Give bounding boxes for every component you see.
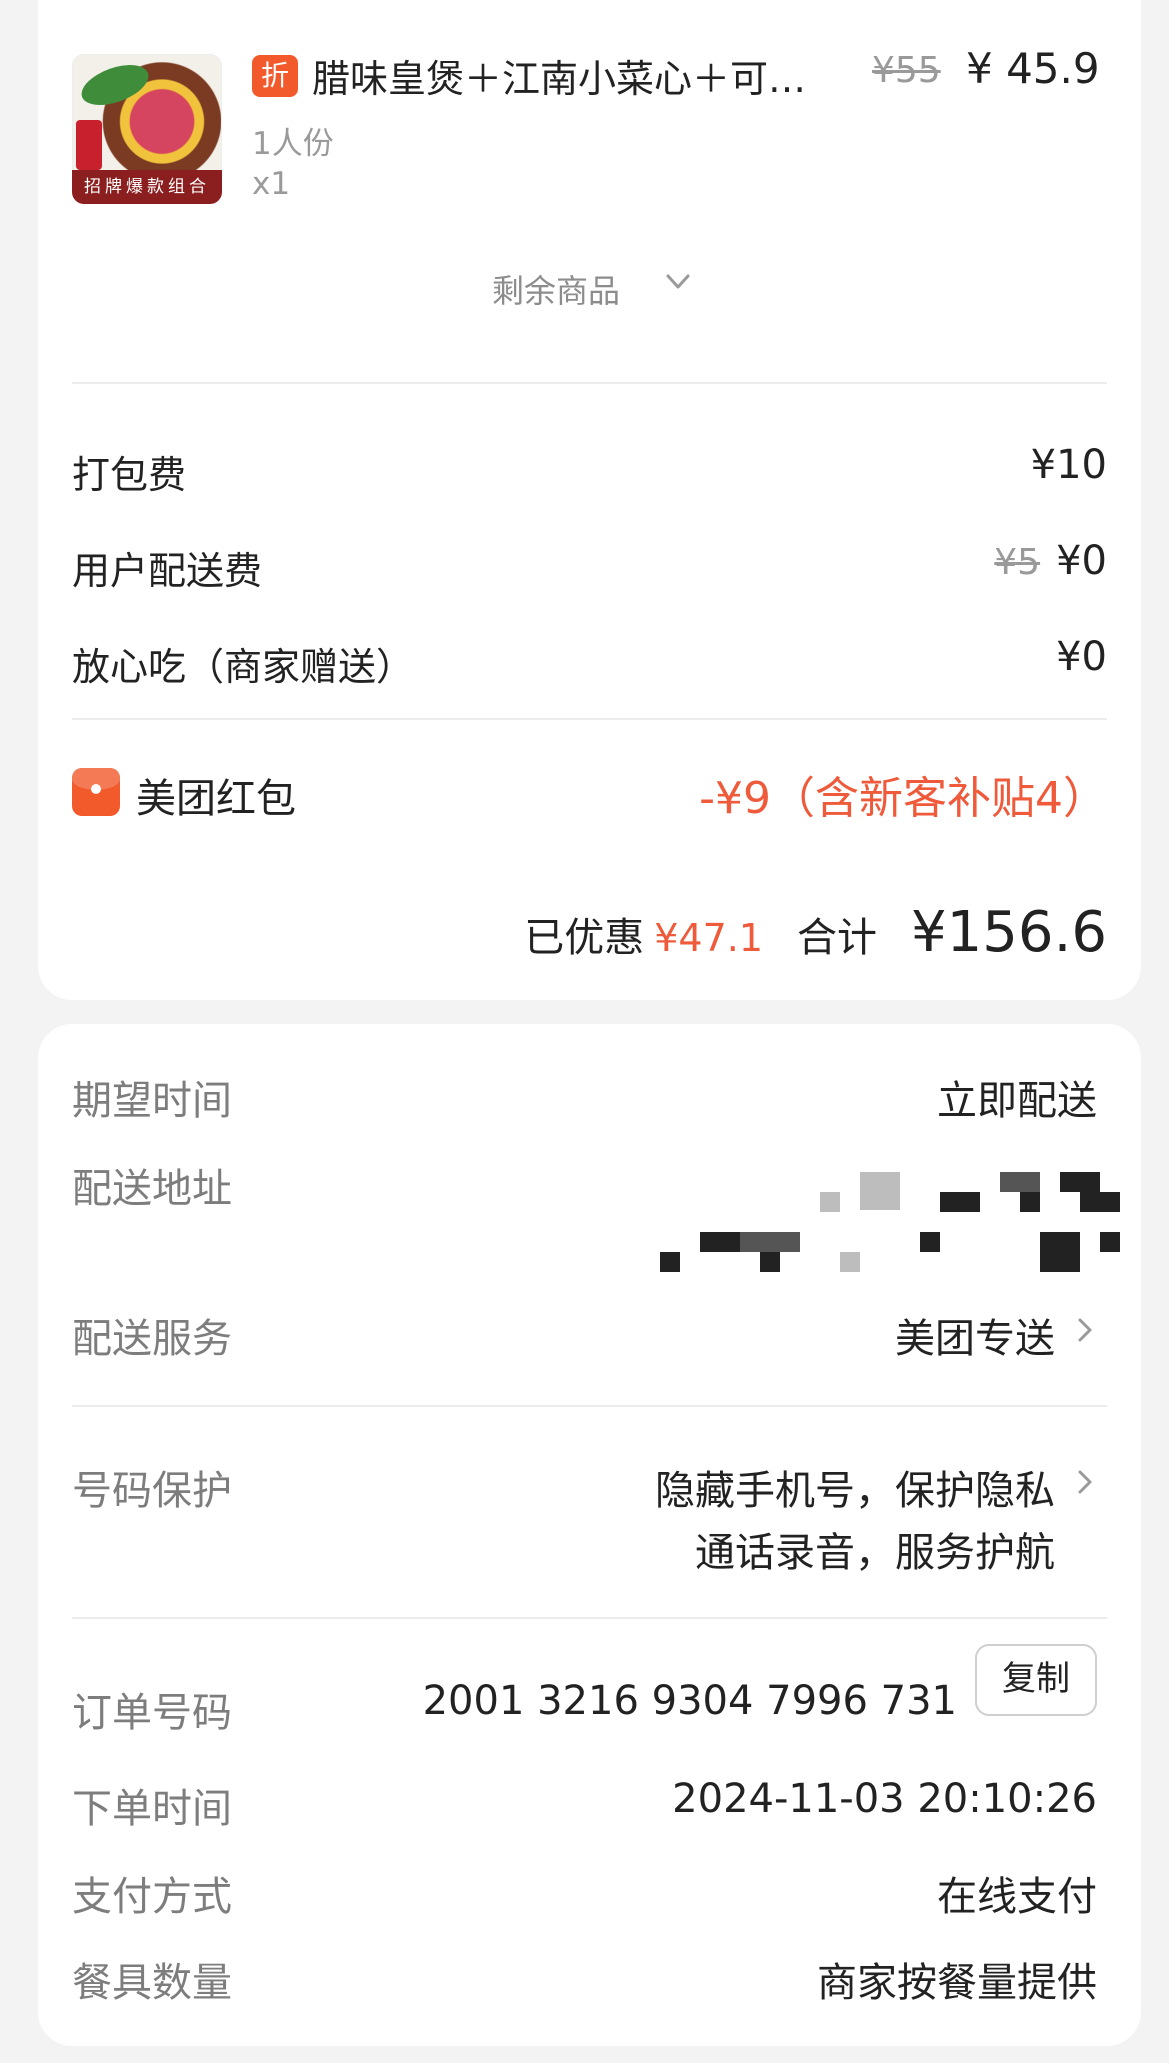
divider bbox=[72, 1617, 1107, 1619]
number-protection-line2: 通话录音，服务护航 bbox=[695, 1530, 1055, 1576]
utensils-label: 餐具数量 bbox=[72, 1960, 232, 2006]
total-value: ¥156.6 bbox=[911, 900, 1107, 965]
discount-value: ¥47.1 bbox=[654, 916, 764, 960]
red-packet-value[interactable]: -¥9（含新客补贴4） bbox=[699, 762, 1107, 826]
delivery-fee-value: ¥5 ¥0 bbox=[994, 538, 1107, 584]
order-time-label: 下单时间 bbox=[72, 1786, 232, 1832]
product-original-price: ¥55 bbox=[872, 50, 941, 91]
safe-eat-label: 放心吃（商家赠送） bbox=[72, 645, 415, 689]
address-label: 配送地址 bbox=[72, 1166, 232, 1212]
number-protection-label: 号码保护 bbox=[72, 1468, 232, 1514]
more-items-label: 剩余商品 bbox=[492, 272, 621, 310]
red-packet-label: 美团红包 bbox=[136, 776, 296, 822]
discount-label: 已优惠 bbox=[524, 915, 645, 961]
number-protection-line1[interactable]: 隐藏手机号，保护隐私 bbox=[655, 1458, 1055, 1516]
utensils-value: 商家按餐量提供 bbox=[817, 1960, 1097, 2006]
product-price: ¥ 45.9 bbox=[966, 44, 1100, 93]
total-label: 合计 bbox=[797, 915, 878, 961]
chevron-right-icon[interactable] bbox=[1072, 1462, 1100, 1502]
chevron-right-icon[interactable] bbox=[1072, 1310, 1100, 1350]
packing-fee-value: ¥10 bbox=[1030, 442, 1107, 488]
chevron-down-icon[interactable] bbox=[658, 262, 698, 302]
payment-method-value: 在线支付 bbox=[937, 1874, 1097, 1920]
delivery-fee-label: 用户配送费 bbox=[72, 549, 263, 593]
order-number-value: 2001 3216 9304 7996 731 bbox=[422, 1678, 957, 1724]
more-items-toggle[interactable]: 剩余商品 bbox=[492, 266, 620, 312]
delivery-fee-original: ¥5 bbox=[994, 542, 1041, 583]
red-packet-icon bbox=[72, 768, 120, 816]
product-name[interactable]: 腊味皇煲＋江南小菜心＋可… bbox=[312, 48, 806, 103]
discount-badge: 折 bbox=[252, 55, 298, 97]
divider bbox=[72, 718, 1107, 720]
order-time-value: 2024-11-03 20:10:26 bbox=[672, 1776, 1097, 1822]
divider bbox=[72, 382, 1107, 384]
packing-fee-label: 打包费 bbox=[72, 453, 187, 497]
delivery-fee-current: ¥0 bbox=[1056, 538, 1107, 584]
expected-time-label: 期望时间 bbox=[72, 1078, 232, 1124]
product-image-banner: 招牌爆款组合 bbox=[72, 170, 222, 204]
divider bbox=[72, 1405, 1107, 1407]
order-number-label: 订单号码 bbox=[72, 1690, 232, 1736]
safe-eat-value: ¥0 bbox=[1056, 634, 1107, 680]
product-image[interactable]: 招牌爆款组合 bbox=[72, 54, 222, 204]
copy-order-number-button[interactable]: 复制 bbox=[975, 1644, 1097, 1716]
delivery-service-value[interactable]: 美团专送 bbox=[895, 1306, 1055, 1364]
order-total-row: 已优惠 ¥47.1 合计 ¥156.6 bbox=[524, 900, 1107, 965]
expected-time-value: 立即配送 bbox=[937, 1078, 1097, 1124]
product-spec: 1人份 bbox=[252, 126, 334, 162]
delivery-service-label: 配送服务 bbox=[72, 1316, 232, 1362]
payment-method-label: 支付方式 bbox=[72, 1874, 232, 1920]
order-summary-card: 招牌爆款组合 折 腊味皇煲＋江南小菜心＋可… ¥55 ¥ 45.9 1人份 x1… bbox=[38, 0, 1141, 1000]
product-quantity: x1 bbox=[252, 166, 291, 202]
